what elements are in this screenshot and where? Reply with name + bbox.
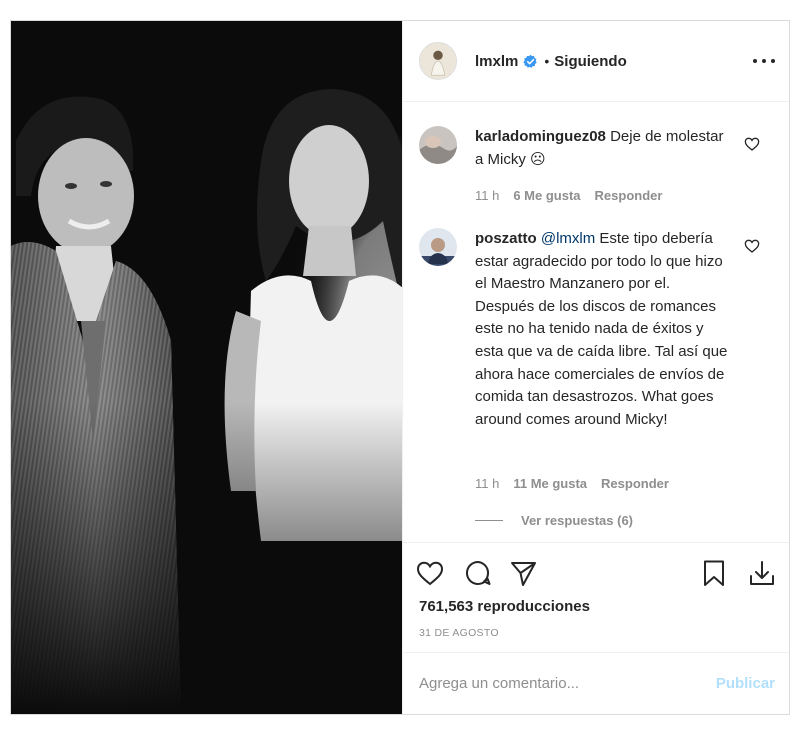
comment-item: karladominguez08 Deje de molestar a Mick… xyxy=(419,126,779,206)
comment-likes[interactable]: 11 Me gusta xyxy=(513,476,587,491)
commenter-avatar[interactable] xyxy=(419,126,457,164)
comment-time: 11 h xyxy=(475,476,500,491)
comment-likes[interactable]: 6 Me gusta xyxy=(513,188,580,203)
replies-divider-line xyxy=(475,520,503,521)
views-count[interactable]: 761,563 reproducciones xyxy=(419,598,590,615)
reply-button[interactable]: Responder xyxy=(601,476,669,491)
comments-list[interactable]: karladominguez08 Deje de molestar a Mick… xyxy=(403,102,789,542)
comment-time: 11 h xyxy=(475,188,500,203)
comment-mention[interactable]: @lmxlm xyxy=(541,230,595,247)
post-image[interactable] xyxy=(11,21,402,714)
commenter-avatar[interactable] xyxy=(419,228,457,266)
post-header: lmxlm • Siguiendo xyxy=(403,21,789,102)
post-dialog: lmxlm • Siguiendo karladominguez08 Deje … xyxy=(10,20,790,715)
verified-badge-icon xyxy=(523,54,538,68)
comment-content: Este tipo debería estar agradecido por t… xyxy=(475,230,728,428)
heart-icon[interactable] xyxy=(415,558,445,588)
more-options-icon[interactable] xyxy=(753,51,775,71)
following-button[interactable]: Siguiendo xyxy=(554,53,627,70)
comment-input[interactable] xyxy=(419,675,716,692)
send-icon[interactable] xyxy=(508,558,538,588)
comment-text: karladominguez08 Deje de molestar a Mick… xyxy=(475,126,733,171)
view-replies-label: Ver respuestas (6) xyxy=(521,513,634,528)
post-date[interactable]: 31 DE AGOSTO xyxy=(419,627,499,639)
comment-icon[interactable] xyxy=(463,558,493,588)
comment-composer: Publicar xyxy=(403,652,789,714)
author-username[interactable]: lmxlm xyxy=(475,53,518,70)
post-side-panel: lmxlm • Siguiendo karladominguez08 Deje … xyxy=(402,21,789,714)
bookmark-icon[interactable] xyxy=(699,558,729,588)
comment-username[interactable]: poszatto xyxy=(475,230,537,247)
comment-text: poszatto @lmxlm Este tipo debería estar … xyxy=(475,228,733,431)
comment-meta: 11 h 6 Me gusta Responder xyxy=(475,188,676,203)
author-avatar[interactable] xyxy=(419,42,457,80)
post-actions: 761,563 reproducciones 31 DE AGOSTO xyxy=(403,542,789,642)
download-icon[interactable] xyxy=(747,558,777,588)
comment-username[interactable]: karladominguez08 xyxy=(475,128,606,145)
view-replies-button[interactable]: Ver respuestas (6) xyxy=(475,513,633,528)
comment-item: poszatto @lmxlm Este tipo debería estar … xyxy=(419,228,779,528)
comment-like-icon[interactable] xyxy=(744,238,760,254)
publish-button[interactable]: Publicar xyxy=(716,675,775,692)
reply-button[interactable]: Responder xyxy=(595,188,663,203)
comment-meta: 11 h 11 Me gusta Responder xyxy=(475,476,683,491)
header-separator: • xyxy=(544,53,550,69)
comment-like-icon[interactable] xyxy=(744,136,760,152)
